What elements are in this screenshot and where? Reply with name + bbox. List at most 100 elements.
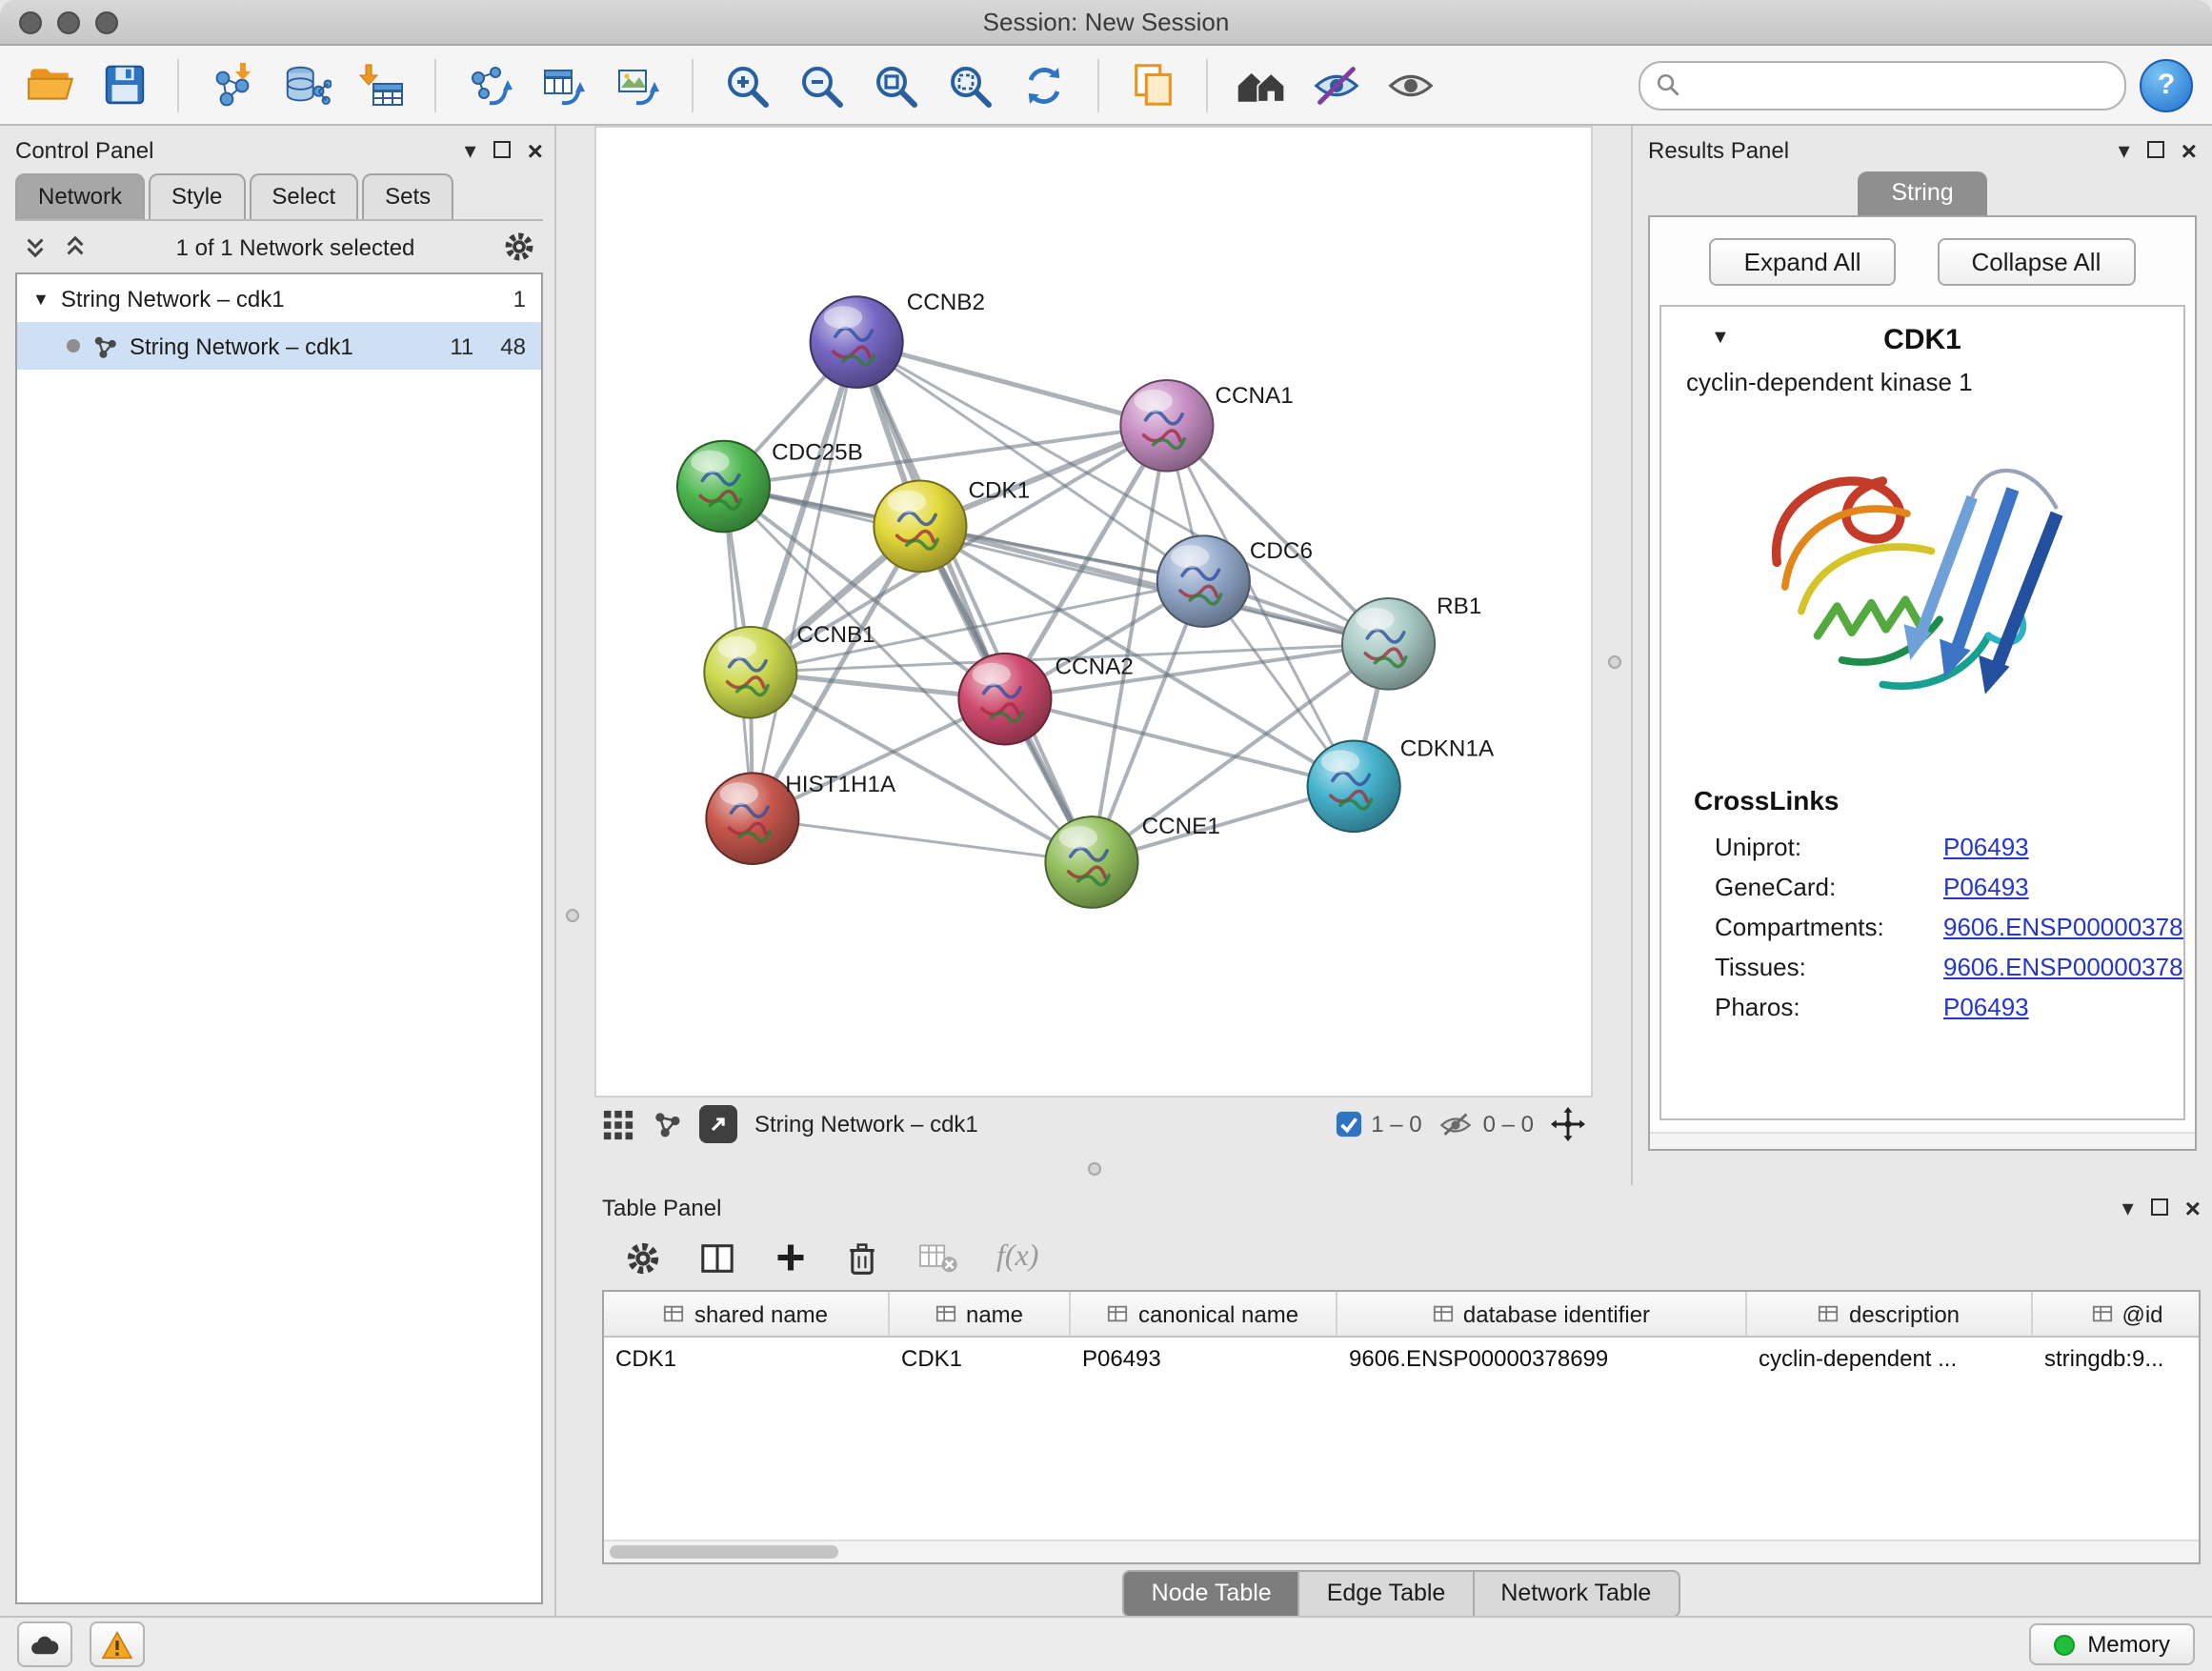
tissues-link[interactable]: 9606.ENSP00000378699 bbox=[1943, 953, 2185, 981]
tab-style[interactable]: Style bbox=[149, 173, 245, 219]
table-horizontal-scrollbar[interactable] bbox=[604, 1540, 2199, 1562]
birds-eye-grid-icon[interactable] bbox=[602, 1108, 634, 1140]
expand-all-button[interactable]: Expand All bbox=[1710, 238, 1896, 286]
import-network-file-button[interactable] bbox=[202, 54, 263, 115]
expand-all-networks-icon[interactable] bbox=[23, 234, 48, 259]
zoom-in-button[interactable] bbox=[716, 54, 777, 115]
scrollbar-thumb[interactable] bbox=[610, 1545, 838, 1559]
table-options-gear-icon[interactable] bbox=[625, 1239, 661, 1276]
cell-description[interactable]: cyclin-dependent ... bbox=[1747, 1345, 2033, 1372]
zoom-selected-button[interactable] bbox=[939, 54, 1000, 115]
network-graph[interactable]: CCNB2CCNA1CDC25BCDK1CDC6RB1CCNB1CCNA2CDK… bbox=[596, 128, 1591, 1096]
tab-sets[interactable]: Sets bbox=[362, 173, 453, 219]
float-panel-icon[interactable] bbox=[493, 141, 511, 158]
pharos-link[interactable]: P06493 bbox=[1943, 993, 2029, 1021]
network-edge[interactable] bbox=[753, 342, 856, 818]
float-panel-icon[interactable] bbox=[2151, 1198, 2168, 1216]
float-panel-icon[interactable] bbox=[2147, 141, 2164, 158]
network-edge[interactable] bbox=[753, 818, 1092, 862]
cell-shared-name[interactable]: CDK1 bbox=[604, 1345, 890, 1372]
cell-canonical-name[interactable]: P06493 bbox=[1071, 1345, 1337, 1372]
hidden-eye-slash-icon[interactable] bbox=[1439, 1110, 1474, 1138]
splitter-grip[interactable] bbox=[1087, 1161, 1100, 1175]
close-panel-icon[interactable]: × bbox=[2182, 134, 2197, 165]
crosslink-row: Compartments: 9606.ENSP00000378699 bbox=[1661, 907, 2183, 947]
collapse-all-networks-icon[interactable] bbox=[63, 234, 88, 259]
export-table-button[interactable] bbox=[533, 54, 594, 115]
network-share-icon[interactable] bbox=[652, 1109, 682, 1139]
add-column-icon[interactable] bbox=[774, 1240, 808, 1275]
tree-expander-icon[interactable]: ▼ bbox=[32, 289, 50, 308]
collapse-panel-icon[interactable]: ▾ bbox=[2122, 1196, 2134, 1218]
cell-database-identifier[interactable]: 9606.ENSP00000378699 bbox=[1337, 1345, 1747, 1372]
column-header-name[interactable]: name bbox=[890, 1292, 1071, 1336]
network-edge[interactable] bbox=[1005, 699, 1354, 787]
warnings-button[interactable] bbox=[90, 1621, 145, 1667]
uniprot-link[interactable]: P06493 bbox=[1943, 833, 2029, 861]
save-session-button[interactable] bbox=[93, 54, 154, 115]
tab-network[interactable]: Network bbox=[15, 173, 145, 219]
network-edge[interactable] bbox=[856, 342, 1167, 426]
network-options-gear-icon[interactable] bbox=[503, 231, 535, 263]
genecard-link[interactable]: P06493 bbox=[1943, 873, 2029, 901]
column-header-database-identifier[interactable]: database identifier bbox=[1337, 1292, 1747, 1336]
cell-name[interactable]: CDK1 bbox=[890, 1345, 1071, 1372]
delete-column-icon[interactable] bbox=[846, 1239, 878, 1276]
search-input[interactable] bbox=[1692, 70, 2109, 100]
tab-network-table[interactable]: Network Table bbox=[1474, 1569, 1679, 1617]
network-collection-row[interactable]: ▼ String Network – cdk1 1 bbox=[17, 274, 541, 322]
column-header-description[interactable]: description bbox=[1747, 1292, 2033, 1336]
open-session-button[interactable] bbox=[19, 54, 80, 115]
tab-edge-table[interactable]: Edge Table bbox=[1300, 1569, 1475, 1617]
show-all-button[interactable] bbox=[1379, 54, 1440, 115]
column-icon bbox=[1819, 1303, 1840, 1324]
import-table-button[interactable] bbox=[351, 54, 412, 115]
section-expander-icon[interactable]: ▼ bbox=[1711, 328, 1730, 349]
search-icon bbox=[1656, 72, 1680, 97]
compartments-link[interactable]: 9606.ENSP00000378699 bbox=[1943, 913, 2185, 941]
export-image-button[interactable] bbox=[608, 54, 669, 115]
collapse-all-button[interactable]: Collapse All bbox=[1938, 238, 2136, 286]
collapse-panel-icon[interactable]: ▾ bbox=[465, 138, 476, 161]
column-header-id[interactable]: @id bbox=[2033, 1292, 2199, 1336]
tab-node-table[interactable]: Node Table bbox=[1123, 1569, 1300, 1617]
cell-id[interactable]: stringdb:9... bbox=[2033, 1345, 2199, 1372]
collapse-panel-icon[interactable]: ▾ bbox=[2119, 138, 2130, 161]
network-edge[interactable] bbox=[724, 487, 1389, 644]
pan-crosshair-icon[interactable] bbox=[1551, 1107, 1585, 1141]
results-scrollbar[interactable] bbox=[1650, 1132, 2195, 1149]
close-panel-icon[interactable]: × bbox=[2185, 1192, 2201, 1222]
import-network-database-button[interactable] bbox=[276, 54, 337, 115]
window-controls bbox=[19, 10, 118, 33]
memory-button[interactable]: Memory bbox=[2028, 1623, 2195, 1665]
right-splitter-handle[interactable] bbox=[1608, 655, 1621, 669]
help-button[interactable]: ? bbox=[2140, 58, 2193, 111]
hide-selected-button[interactable] bbox=[1305, 54, 1366, 115]
network-row[interactable]: String Network – cdk1 11 48 bbox=[17, 322, 541, 370]
export-network-button[interactable] bbox=[459, 54, 520, 115]
crosslink-label: Compartments: bbox=[1715, 913, 1943, 941]
zoom-window-button[interactable] bbox=[95, 10, 118, 33]
column-header-shared-name[interactable]: shared name bbox=[604, 1292, 890, 1336]
tab-string[interactable]: String bbox=[1857, 171, 1987, 215]
horizontal-splitter[interactable] bbox=[594, 1151, 1593, 1185]
window-title: Session: New Session bbox=[0, 8, 2212, 36]
show-columns-icon[interactable] bbox=[699, 1239, 735, 1276]
cloud-status-button[interactable] bbox=[17, 1621, 72, 1667]
close-window-button[interactable] bbox=[19, 10, 42, 33]
tab-select[interactable]: Select bbox=[249, 173, 358, 219]
first-neighbors-button[interactable] bbox=[1231, 54, 1292, 115]
gene-section-header[interactable]: ▼ CDK1 bbox=[1661, 307, 2183, 366]
refresh-view-button[interactable] bbox=[1014, 54, 1075, 115]
left-splitter-handle[interactable] bbox=[566, 910, 579, 923]
column-header-canonical-name[interactable]: canonical name bbox=[1071, 1292, 1337, 1336]
zoom-fit-button[interactable] bbox=[865, 54, 926, 115]
close-panel-icon[interactable]: × bbox=[528, 134, 543, 165]
minimize-window-button[interactable] bbox=[57, 10, 80, 33]
network-canvas[interactable]: CCNB2CCNA1CDC25BCDK1CDC6RB1CCNB1CCNA2CDK… bbox=[594, 126, 1593, 1097]
selected-checkbox-icon[interactable] bbox=[1335, 1111, 1361, 1137]
network-snapshot-button[interactable] bbox=[1122, 54, 1183, 115]
table-row[interactable]: CDK1 CDK1 P06493 9606.ENSP00000378699 cy… bbox=[604, 1338, 2199, 1379]
detach-view-button[interactable] bbox=[699, 1105, 737, 1143]
zoom-out-button[interactable] bbox=[791, 54, 852, 115]
